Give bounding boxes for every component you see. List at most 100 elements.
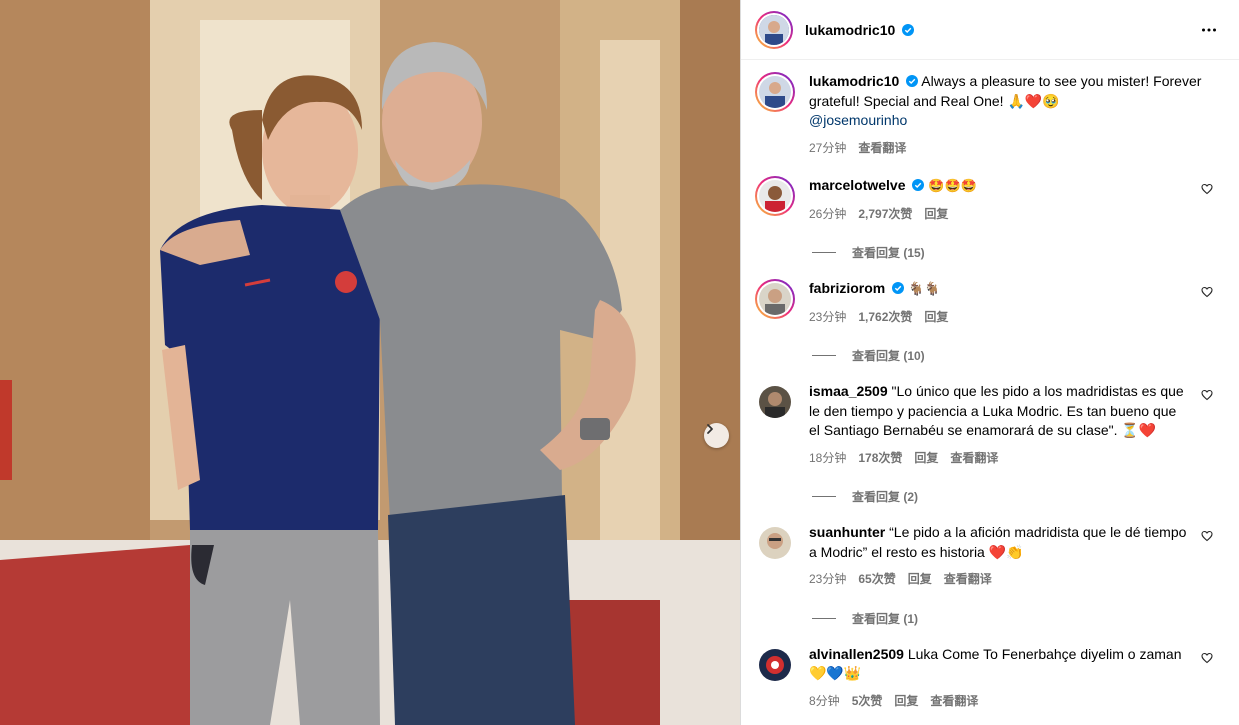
avatar[interactable]	[759, 527, 791, 559]
avatar-image	[759, 283, 791, 315]
comment-meta: 23分钟 65次赞 回复 查看翻译	[809, 570, 1189, 590]
comment-meta: 18分钟 178次赞 回复 查看翻译	[809, 449, 1189, 469]
avatar-image	[759, 527, 791, 559]
comment-block: alvinallen2509 Luka Come To Fenerbahçe d…	[755, 645, 1225, 712]
reply-button[interactable]: 回复	[894, 692, 918, 712]
replies-line	[812, 252, 836, 253]
post-panel: lukamodric10 lukamodric10 Always a pleas…	[740, 0, 1239, 725]
comment-time[interactable]: 8分钟	[809, 692, 840, 712]
comment-likes[interactable]: 5次赞	[852, 692, 883, 712]
caption-meta: 27分钟 查看翻译	[809, 139, 1205, 159]
more-horizontal-icon	[1202, 28, 1216, 32]
comment-likes[interactable]: 65次赞	[858, 570, 895, 590]
comment-time[interactable]: 23分钟	[809, 570, 846, 590]
comment-username[interactable]: marcelotwelve	[809, 177, 906, 193]
like-comment-button[interactable]	[1201, 285, 1213, 303]
post-photo	[0, 0, 740, 725]
heart-outline-icon	[1201, 652, 1213, 663]
comment-block: marcelotwelve 🤩🤩🤩 26分钟 2,797次赞 回复 查看回复 (…	[755, 176, 1225, 261]
comment-username[interactable]: alvinallen2509	[809, 646, 904, 662]
story-ring[interactable]	[755, 72, 795, 112]
photo-illustration	[0, 0, 740, 725]
like-comment-button[interactable]	[1201, 388, 1213, 406]
view-replies-label[interactable]: 查看回复 (10)	[852, 347, 925, 364]
like-comment-button[interactable]	[1201, 182, 1213, 200]
comment-meta: 8分钟 5次赞 回复 查看翻译	[809, 692, 1189, 712]
reply-button[interactable]: 回复	[924, 308, 948, 328]
like-comment-button[interactable]	[1201, 651, 1213, 669]
caption-username[interactable]: lukamodric10	[809, 73, 899, 89]
header-username[interactable]: lukamodric10	[805, 22, 915, 38]
avatar	[759, 283, 791, 315]
heart-outline-icon	[1201, 183, 1213, 195]
replies-line	[812, 496, 836, 497]
reply-button[interactable]: 回复	[924, 205, 948, 225]
like-comment-button[interactable]	[1201, 529, 1213, 547]
story-ring[interactable]	[755, 10, 793, 49]
comment: alvinallen2509 Luka Come To Fenerbahçe d…	[755, 645, 1225, 712]
heart-outline-icon	[1201, 530, 1213, 542]
verified-badge-icon	[902, 23, 915, 36]
comment-time[interactable]: 23分钟	[809, 308, 846, 328]
comment: ismaa_2509 "Lo único que les pido a los …	[755, 382, 1225, 468]
avatar-image	[759, 648, 791, 681]
next-photo-button[interactable]	[704, 423, 729, 448]
comment-meta: 26分钟 2,797次赞 回复	[809, 205, 1189, 225]
view-replies-button[interactable]: 查看回复 (2)	[812, 488, 1225, 505]
verified-badge-icon	[912, 179, 925, 191]
comment: suanhunter “Le pido a la afición madridi…	[755, 523, 1225, 590]
caption-mention[interactable]: @josemourinho	[809, 112, 907, 128]
see-translation-button[interactable]: 查看翻译	[944, 570, 992, 590]
comment: marcelotwelve 🤩🤩🤩 26分钟 2,797次赞 回复	[755, 176, 1225, 224]
see-translation-button[interactable]: 查看翻译	[950, 449, 998, 469]
comment-block: suanhunter “Le pido a la afición madridi…	[755, 523, 1225, 627]
avatar	[759, 180, 791, 212]
reply-button[interactable]: 回复	[914, 449, 938, 469]
view-replies-label[interactable]: 查看回复 (1)	[852, 610, 918, 627]
avatar	[759, 14, 789, 45]
replies-line	[812, 355, 836, 356]
replies-line	[812, 617, 836, 619]
heart-outline-icon	[1201, 389, 1213, 401]
view-replies-button[interactable]: 查看回复 (1)	[812, 610, 1225, 627]
comment-meta: 23分钟 1,762次赞 回复	[809, 308, 1189, 328]
avatar-image	[759, 14, 789, 45]
see-translation-button[interactable]: 查看翻译	[858, 139, 906, 159]
caption-time[interactable]: 27分钟	[809, 139, 846, 159]
avatar-image	[759, 76, 791, 108]
reply-button[interactable]: 回复	[908, 570, 932, 590]
comment-likes[interactable]: 2,797次赞	[858, 205, 912, 225]
comment-block: fabriziorom 🐐🐐 23分钟 1,762次赞 回复 查看回复 (10)	[755, 279, 1225, 364]
comment-text: 🐐🐐	[908, 282, 941, 297]
comment-likes[interactable]: 178次赞	[858, 449, 902, 469]
heart-outline-icon	[1201, 286, 1213, 298]
comment: fabriziorom 🐐🐐 23分钟 1,762次赞 回复	[755, 279, 1225, 327]
caption: lukamodric10 Always a pleasure to see yo…	[755, 72, 1225, 158]
comment-username[interactable]: fabriziorom	[809, 280, 885, 296]
avatar	[759, 76, 791, 108]
story-ring[interactable]	[755, 279, 795, 319]
avatar-image	[759, 180, 791, 212]
see-translation-button[interactable]: 查看翻译	[930, 692, 978, 712]
chevron-right-icon	[707, 424, 713, 434]
comment-username[interactable]: suanhunter	[809, 524, 885, 540]
comments-list: lukamodric10 Always a pleasure to see yo…	[741, 60, 1239, 711]
more-options-button[interactable]	[1201, 22, 1217, 43]
verified-badge-icon	[892, 282, 905, 294]
comment-time[interactable]: 26分钟	[809, 205, 846, 225]
comment-username[interactable]: ismaa_2509	[809, 383, 888, 399]
avatar-image	[759, 386, 791, 418]
avatar[interactable]	[759, 648, 791, 681]
comment-likes[interactable]: 1,762次赞	[858, 308, 912, 328]
view-replies-label[interactable]: 查看回复 (2)	[852, 488, 918, 505]
comment-text: 🤩🤩🤩	[928, 179, 977, 194]
comment-time[interactable]: 18分钟	[809, 449, 846, 469]
view-replies-button[interactable]: 查看回复 (15)	[812, 244, 1225, 261]
header-username-text[interactable]: lukamodric10	[805, 22, 895, 38]
view-replies-label[interactable]: 查看回复 (15)	[852, 244, 925, 261]
comment-block: ismaa_2509 "Lo único que les pido a los …	[755, 382, 1225, 505]
view-replies-button[interactable]: 查看回复 (10)	[812, 347, 1225, 364]
verified-badge-icon	[906, 75, 919, 87]
avatar[interactable]	[759, 386, 791, 418]
story-ring[interactable]	[755, 176, 795, 216]
